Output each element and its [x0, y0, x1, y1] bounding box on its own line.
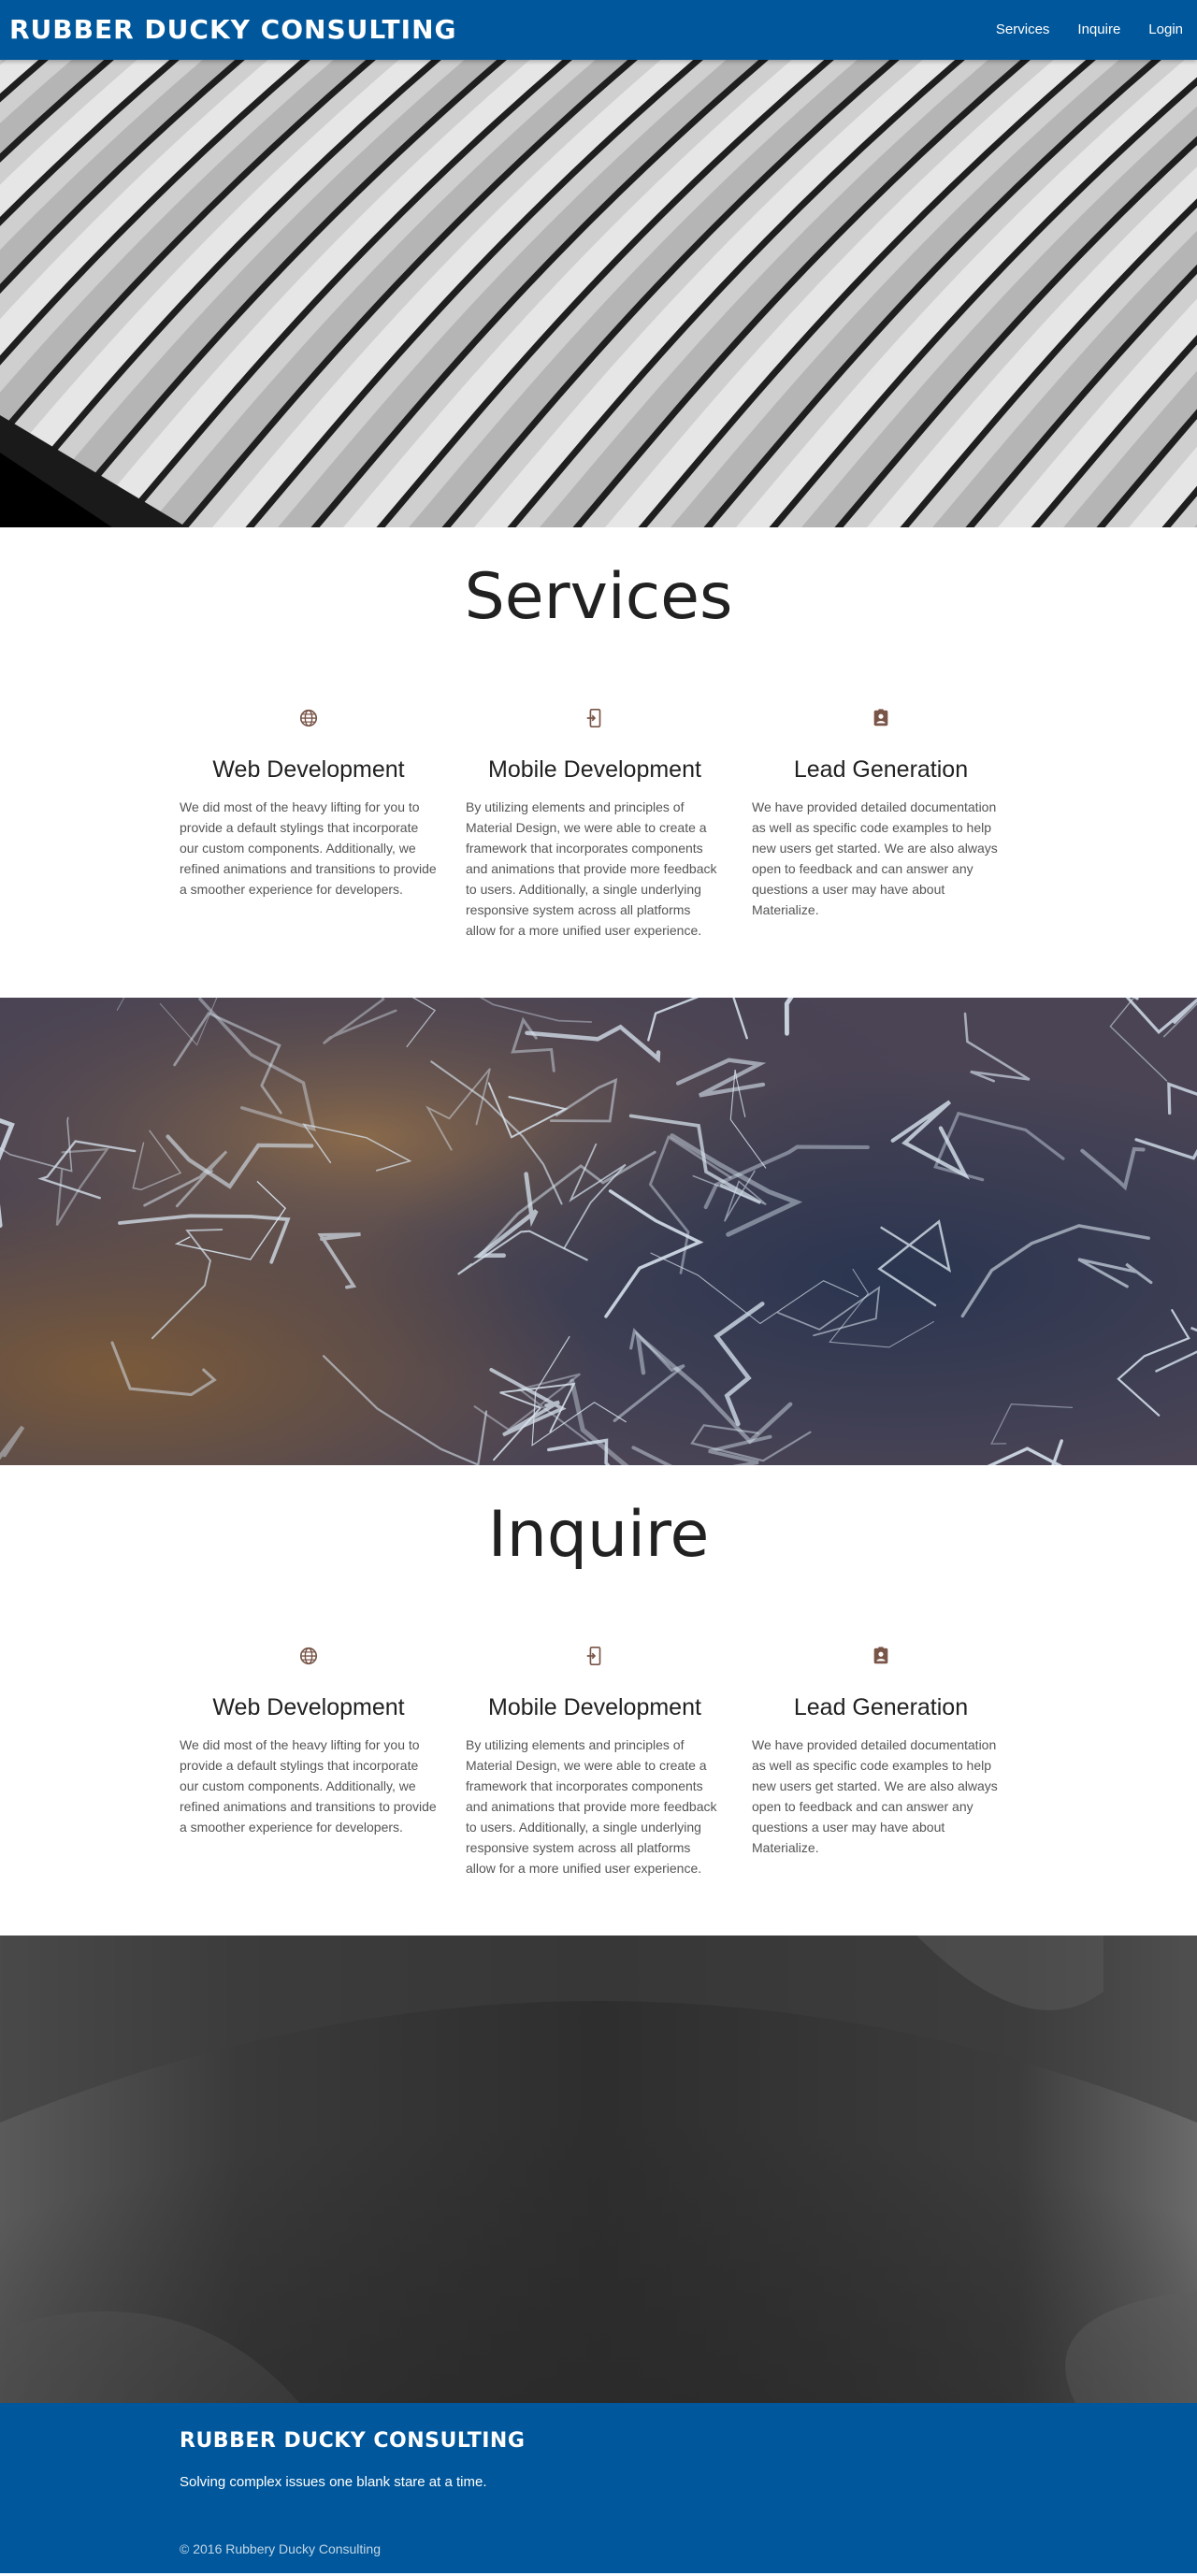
inquire-columns: Web Development We did most of the heavy… [166, 1643, 1024, 1878]
service-card-mobile: Mobile Development By utilizing elements… [452, 705, 738, 941]
inquire-item-description: By utilizing elements and principles of … [466, 1736, 717, 1876]
inquire-card-mobile: Mobile Development By utilizing elements… [452, 1643, 738, 1878]
services-section: Services Web Development We did most of … [0, 527, 1197, 998]
footer-tagline: Solving complex issues one blank stare a… [180, 2474, 487, 2490]
service-card-leads: Lead Generation We have provided detaile… [738, 705, 1024, 941]
service-description: We have provided detailed documentation … [752, 799, 998, 917]
inquire-item-description: We did most of the heavy lifting for you… [180, 1736, 437, 1835]
nav-link-login[interactable]: Login [1134, 0, 1197, 60]
hero-parallax-image [0, 60, 1197, 527]
globe-icon [180, 705, 438, 731]
service-title: Web Development [212, 756, 405, 783]
service-description: We did most of the heavy lifting for you… [180, 799, 437, 897]
dark-parallax-image [0, 1936, 1197, 2403]
contact-card-icon [752, 705, 1010, 731]
service-card-web: Web Development We did most of the heavy… [166, 705, 452, 941]
footer-copyright: © 2016 Rubbery Ducky Consulting [180, 2541, 381, 2556]
inquire-card-web: Web Development We did most of the heavy… [166, 1643, 452, 1878]
services-columns: Web Development We did most of the heavy… [166, 705, 1024, 941]
footer-title: RUBBER DUCKY CONSULTING [180, 2429, 526, 2453]
contact-card-icon [752, 1643, 1010, 1669]
brand-logo[interactable]: RUBBER DUCKY CONSULTING [9, 0, 457, 60]
mobile-device-icon [466, 705, 724, 731]
service-title: Lead Generation [793, 756, 969, 783]
nav-link-inquire[interactable]: Inquire [1063, 0, 1134, 60]
inquire-item-title: Lead Generation [793, 1694, 969, 1720]
globe-icon [180, 1643, 438, 1669]
services-title: Services [464, 560, 733, 634]
inquire-section: Inquire Web Development We did most of t… [0, 1465, 1197, 1936]
inquire-item-title: Mobile Development [488, 1694, 701, 1720]
rock-parallax-image [0, 998, 1197, 1465]
top-navbar: RUBBER DUCKY CONSULTING Services Inquire… [0, 0, 1197, 60]
inquire-title: Inquire [487, 1498, 710, 1572]
inquire-item-title: Web Development [212, 1694, 405, 1720]
service-description: By utilizing elements and principles of … [466, 799, 717, 938]
mobile-device-icon [466, 1643, 724, 1669]
inquire-card-leads: Lead Generation We have provided detaile… [738, 1643, 1024, 1878]
nav-links: Services Inquire Login [982, 0, 1197, 60]
service-title: Mobile Development [488, 756, 701, 783]
nav-link-services[interactable]: Services [982, 0, 1064, 60]
page-footer: RUBBER DUCKY CONSULTING Solving complex … [0, 2403, 1197, 2573]
inquire-item-description: We have provided detailed documentation … [752, 1736, 998, 1855]
